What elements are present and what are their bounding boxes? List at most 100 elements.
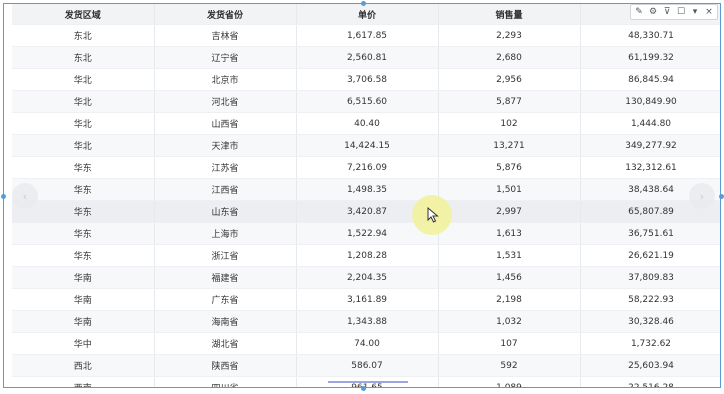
cell-sales-amount: 1,732.62: [580, 332, 720, 355]
cell-sales-amount: 132,312.61: [580, 156, 720, 179]
cell-region: 华南: [12, 310, 155, 333]
cell-sales-amount: 22,516.28: [580, 376, 720, 387]
chevron-right-icon: ›: [699, 189, 705, 203]
cell-sales-amount: 1,444.80: [580, 112, 720, 135]
cell-unit-price: 7,216.09: [296, 156, 439, 179]
prev-page-button[interactable]: ‹: [12, 183, 38, 209]
cell-sales-volume: 5,876: [438, 156, 581, 179]
cell-province: 山西省: [154, 112, 297, 135]
resize-handle-left[interactable]: [1, 194, 6, 199]
data-table: 发货区域 发货省份 单价 销售量 销售额 东北吉林省1,617.852,2934…: [12, 4, 720, 387]
cell-unit-price: 586.07: [296, 354, 439, 377]
table-row[interactable]: 华东 江西省 1,498.35 1,501 38,438.64: [12, 178, 720, 201]
cell-region: 华南: [12, 288, 155, 311]
cell-province: 浙江省: [154, 244, 297, 267]
table-row[interactable]: 华南 海南省 1,343.88 1,032 30,328.46: [12, 310, 720, 333]
cell-sales-volume: 13,271: [438, 134, 581, 157]
cell-region: 华东: [12, 244, 155, 267]
cell-province: 陕西省: [154, 354, 297, 377]
cell-region: 东北: [12, 46, 155, 69]
column-header-unit-price[interactable]: 单价: [296, 4, 439, 25]
cell-unit-price: 40.40: [296, 112, 439, 135]
table-row[interactable]: 华南 福建省 2,204.35 1,456 37,809.83: [12, 266, 720, 289]
cell-province: 辽宁省: [154, 46, 297, 69]
cell-province: 北京市: [154, 68, 297, 91]
cell-sales-volume: 102: [438, 112, 581, 135]
cell-sales-volume: 2,956: [438, 68, 581, 91]
column-header-region[interactable]: 发货区域: [12, 4, 155, 25]
cell-sales-volume: 107: [438, 332, 581, 355]
cell-sales-amount: 61,199.32: [580, 46, 720, 69]
cell-unit-price: 74.00: [296, 332, 439, 355]
cell-unit-price: 2,560.81: [296, 46, 439, 69]
horizontal-scrollbar[interactable]: [328, 381, 408, 383]
table-row[interactable]: 华东 山东省 3,420.87 2,997 65,807.89: [12, 200, 720, 223]
cell-province: 福建省: [154, 266, 297, 289]
cell-sales-amount: 349,277.92: [580, 134, 720, 157]
table-row[interactable]: 华东 浙江省 1,208.28 1,531 26,621.19: [12, 244, 720, 267]
cell-sales-volume: 5,877: [438, 90, 581, 113]
cell-region: 华东: [12, 156, 155, 179]
cell-sales-volume: 1,613: [438, 222, 581, 245]
cell-province: 江西省: [154, 178, 297, 201]
close-icon[interactable]: ×: [704, 6, 714, 18]
dropdown-icon[interactable]: ▾: [690, 6, 700, 18]
cell-unit-price: 3,161.89: [296, 288, 439, 311]
cell-sales-amount: 30,328.46: [580, 310, 720, 333]
report-widget-frame[interactable]: 发货区域 发货省份 单价 销售量 销售额 东北吉林省1,617.852,2934…: [3, 3, 721, 388]
column-header-province[interactable]: 发货省份: [154, 4, 297, 25]
table-row[interactable]: 华北 河北省 6,515.60 5,877 130,849.90: [12, 90, 720, 113]
table-row[interactable]: 东北 辽宁省 2,560.81 2,680 61,199.32: [12, 46, 720, 69]
cell-province: 四川省: [154, 376, 297, 387]
cell-sales-amount: 25,603.94: [580, 354, 720, 377]
cell-sales-amount: 37,809.83: [580, 266, 720, 289]
table-row[interactable]: 华中 湖北省 74.00 107 1,732.62: [12, 332, 720, 355]
table-row[interactable]: 华东 江苏省 7,216.09 5,876 132,312.61: [12, 156, 720, 179]
cell-sales-amount: 86,845.94: [580, 68, 720, 91]
cell-region: 华南: [12, 266, 155, 289]
widget-toolbar: ✎ ⚙ ⊽ ☐ ▾ ×: [630, 4, 718, 20]
cell-sales-volume: 1,531: [438, 244, 581, 267]
table-row[interactable]: 华东 上海市 1,522.94 1,613 36,751.61: [12, 222, 720, 245]
filter-icon[interactable]: ⊽: [662, 6, 672, 18]
cell-unit-price: 1,208.28: [296, 244, 439, 267]
table-row[interactable]: 华北 山西省 40.40 102 1,444.80: [12, 112, 720, 135]
cell-region: 华东: [12, 222, 155, 245]
cell-region: 东北: [12, 24, 155, 47]
cell-sales-volume: 2,680: [438, 46, 581, 69]
cell-sales-volume: 2,997: [438, 200, 581, 223]
cell-province: 吉林省: [154, 24, 297, 47]
mouse-pointer-icon: [427, 207, 439, 223]
cell-unit-price: 2,204.35: [296, 266, 439, 289]
settings-icon[interactable]: ⚙: [648, 6, 658, 18]
cell-unit-price: 1,617.85: [296, 24, 439, 47]
table-row[interactable]: 西北 陕西省 586.07 592 25,603.94: [12, 354, 720, 377]
resize-handle-right[interactable]: [719, 194, 724, 199]
table-row[interactable]: 东北 吉林省 1,617.85 2,293 48,330.71: [12, 24, 720, 47]
cell-sales-volume: 1,456: [438, 266, 581, 289]
cell-sales-amount: 130,849.90: [580, 90, 720, 113]
chevron-left-icon: ‹: [22, 189, 28, 203]
cell-unit-price: 1,343.88: [296, 310, 439, 333]
cell-region: 华中: [12, 332, 155, 355]
resize-handle-bottom[interactable]: [361, 386, 366, 391]
maximize-icon[interactable]: ☐: [676, 6, 686, 18]
next-page-button[interactable]: ›: [689, 183, 715, 209]
cell-province: 天津市: [154, 134, 297, 157]
cell-sales-volume: 2,198: [438, 288, 581, 311]
cell-sales-amount: 48,330.71: [580, 24, 720, 47]
resize-handle-top[interactable]: [361, 1, 366, 6]
cell-province: 广东省: [154, 288, 297, 311]
cell-unit-price: 1,498.35: [296, 178, 439, 201]
table-row[interactable]: 华北 北京市 3,706.58 2,956 86,845.94: [12, 68, 720, 91]
cell-region: 华北: [12, 90, 155, 113]
table-row[interactable]: 华南 广东省 3,161.89 2,198 58,222.93: [12, 288, 720, 311]
column-header-sales-volume[interactable]: 销售量: [438, 4, 581, 25]
table-row[interactable]: 华北 天津市 14,424.15 13,271 349,277.92: [12, 134, 720, 157]
cell-sales-amount: 26,621.19: [580, 244, 720, 267]
cell-province: 山东省: [154, 200, 297, 223]
cell-region: 华北: [12, 112, 155, 135]
edit-icon[interactable]: ✎: [634, 6, 644, 18]
cell-unit-price: 6,515.60: [296, 90, 439, 113]
cell-sales-volume: 1,089: [438, 376, 581, 387]
